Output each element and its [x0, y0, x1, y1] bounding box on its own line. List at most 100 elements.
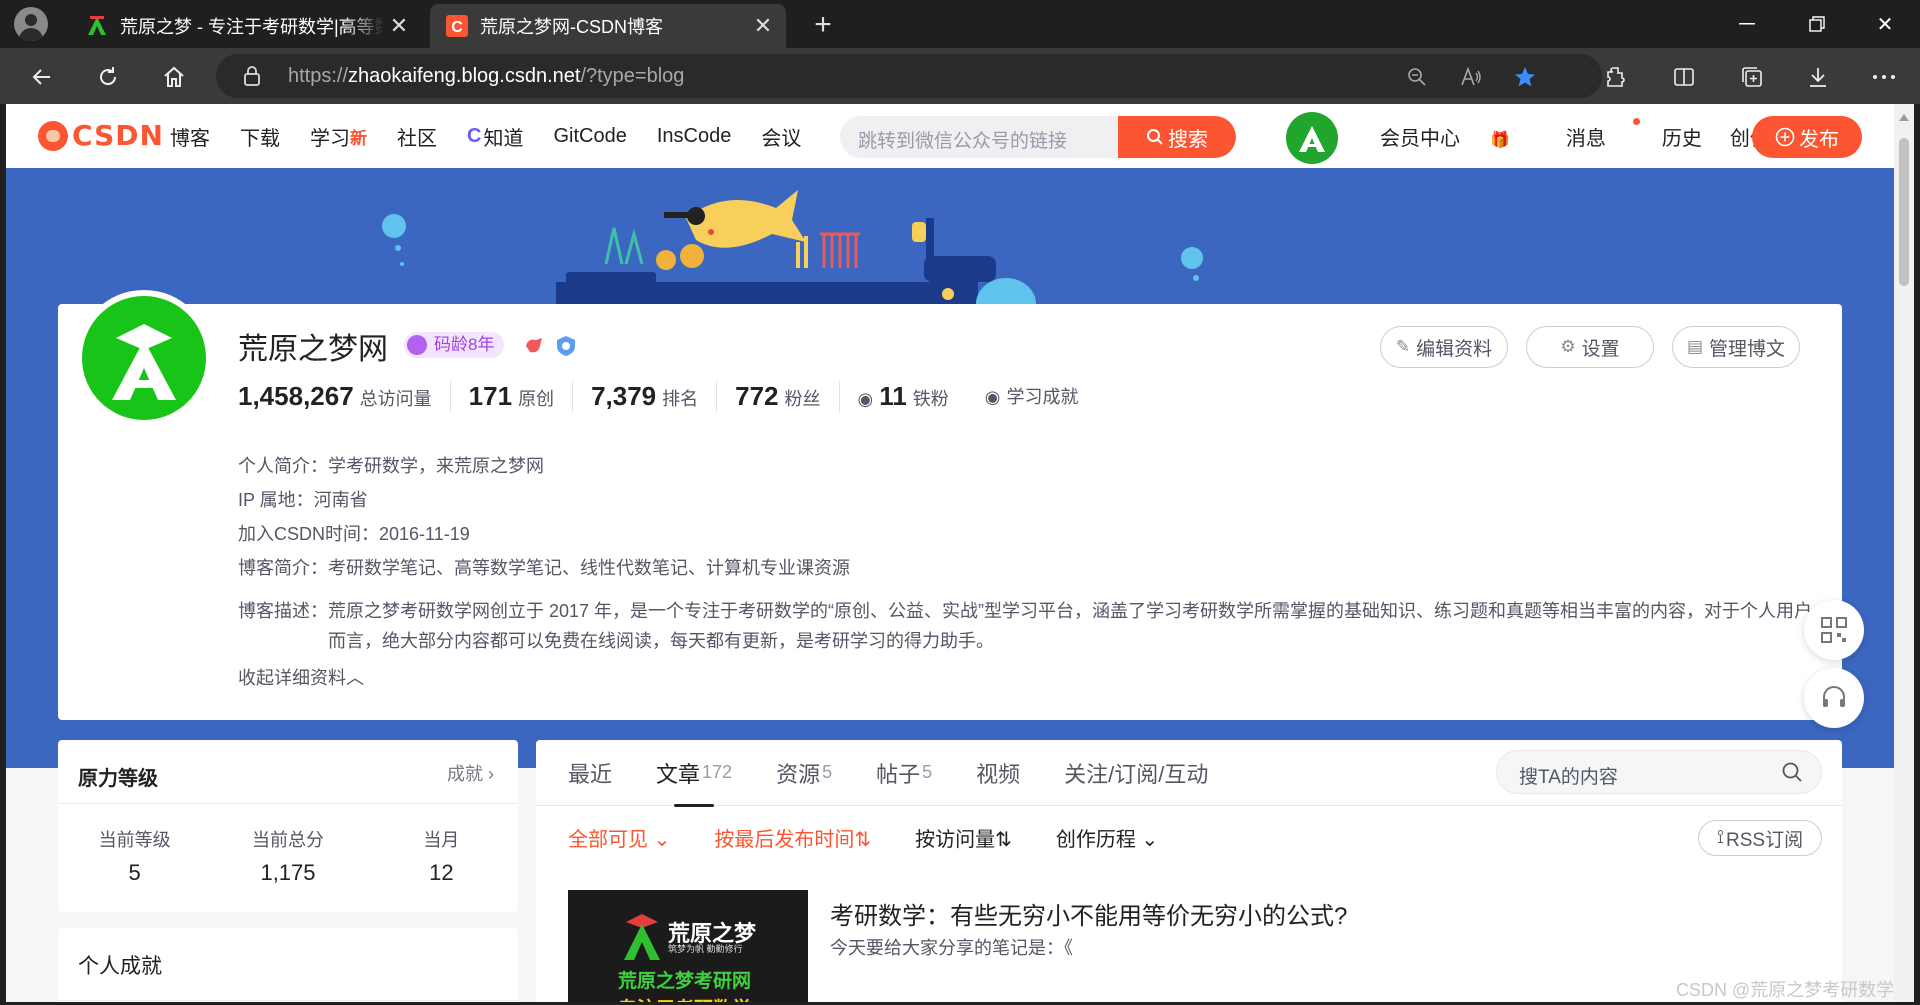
content-panel: 最近 文章 172 资源 5 帖子 5 视频 关注/订阅/互动 搜TA的内容 全部可见… — [536, 740, 1842, 1002]
current-level: 当前等级 5 — [98, 830, 171, 885]
content-search-input[interactable]: 搜TA的内容 — [1519, 762, 1618, 789]
chevron-down-icon: ⌄ — [653, 828, 671, 851]
web-page: CSDN 博客 下载 学习新 社区 C 知道 GitCode InsCode 会议… — [6, 104, 1894, 1002]
close-tab-icon[interactable]: ✕ — [748, 11, 778, 41]
rss-icon: ⟟ — [1716, 827, 1724, 848]
new-tab-icon[interactable]: + — [806, 8, 840, 42]
user-avatar[interactable] — [1286, 112, 1338, 164]
csdn-mascot-icon — [38, 120, 68, 151]
home-icon[interactable] — [154, 57, 194, 97]
code-age-badge[interactable]: 码龄8年 — [404, 332, 505, 358]
tab-videos[interactable]: 视频 — [976, 740, 1020, 806]
current-score: 当前总分 1,175 — [251, 830, 324, 885]
headset-icon — [1823, 686, 1845, 707]
learning-achievements-link[interactable]: ◉ 学习成就 — [967, 383, 1097, 409]
tab-csdn[interactable]: C 荒原之梦网-CSDN博客 ✕ — [430, 4, 786, 48]
extensions-icon[interactable] — [1596, 57, 1636, 97]
search-icon[interactable] — [1781, 761, 1803, 783]
tab-articles[interactable]: 文章 172 — [656, 740, 732, 807]
blog-description: 博客描述： 荒原之梦考研数学网创立于 2017 年，是一个专注于考研数学的“原创… — [238, 601, 1813, 651]
search-input[interactable]: 跳转到微信公众号的链接 — [858, 126, 1067, 153]
document-icon: ▤ — [1686, 337, 1704, 356]
chevron-right-icon: › — [488, 764, 494, 784]
scroll-up-icon[interactable] — [1899, 114, 1909, 121]
settings-button[interactable]: ⚙ 设置 — [1526, 326, 1654, 368]
article-filters: 全部可见 ⌄ 按最后发布时间⇅ 按访问量⇅ 创作历程 ⌄ ⟟ RSS订阅 — [568, 820, 1822, 856]
nav-download[interactable]: 下载 — [240, 122, 280, 151]
article-summary: 今天要给大家分享的笔记是：《 — [830, 938, 1073, 958]
rss-subscribe-button[interactable]: ⟟ RSS订阅 — [1698, 820, 1822, 856]
csdn-header: CSDN 博客 下载 学习新 社区 C 知道 GitCode InsCode 会议… — [6, 104, 1894, 168]
tab-follow[interactable]: 关注/订阅/互动 — [1064, 740, 1208, 806]
close-window-icon[interactable]: ✕ — [1852, 0, 1918, 48]
nav-zhidao[interactable]: C 知道 — [467, 122, 523, 151]
minimize-icon[interactable] — [1714, 0, 1780, 48]
close-tab-icon[interactable]: ✕ — [384, 11, 414, 41]
edit-icon: ✎ — [1395, 337, 1411, 356]
achievements-more-link[interactable]: 成就 › — [447, 760, 494, 786]
sort-by-visits[interactable]: 按访问量⇅ — [915, 823, 1012, 852]
article-thumbnail[interactable]: 荒原之梦 筑梦为帆 勤勤修行 荒原之梦考研网 专注于考研数学 — [568, 890, 808, 1002]
profile-icon[interactable] — [14, 7, 48, 41]
tab-huangyuan[interactable]: 荒原之梦 - 专注于考研数学|高等数学|线性代数 ✕ — [70, 4, 422, 48]
stat-iron-fans[interactable]: ◉ 11 铁粉 — [838, 380, 967, 412]
collections-icon[interactable] — [1732, 57, 1772, 97]
profile-ip: IP 属地：河南省 — [238, 490, 368, 510]
creation-history-filter[interactable]: 创作历程 ⌄ — [1056, 823, 1158, 852]
sort-icon: ⇅ — [995, 828, 1012, 851]
tab-resources[interactable]: 资源 5 — [776, 740, 832, 806]
profile-avatar[interactable] — [76, 290, 212, 426]
nav-learn[interactable]: 学习新 — [310, 122, 367, 151]
url-text[interactable]: https://zhaokaifeng.blog.csdn.net/?type=… — [288, 65, 684, 88]
visibility-filter[interactable]: 全部可见 ⌄ — [568, 823, 670, 852]
creator-badge-icon[interactable] — [522, 334, 546, 358]
nav-inscode[interactable]: InsCode — [657, 125, 732, 148]
publish-button[interactable]: 发布 — [1752, 116, 1862, 158]
split-screen-icon[interactable] — [1664, 57, 1704, 97]
article-item[interactable]: 荒原之梦 筑梦为帆 勤勤修行 荒原之梦考研网 专注于考研数学 考研数学：有些无穷… — [568, 890, 1822, 1002]
nav-community[interactable]: 社区 — [397, 122, 437, 151]
scrollbar-thumb[interactable] — [1899, 138, 1909, 286]
force-level-card: 原力等级 成就 › 当前等级 5 当前总分 1,175 当月 12 — [58, 740, 518, 912]
more-menu-icon[interactable] — [1864, 57, 1904, 97]
tab-posts[interactable]: 帖子 5 — [876, 740, 932, 806]
personal-achievements-card: 个人成就 — [58, 928, 518, 1002]
verified-badge-icon[interactable] — [554, 334, 578, 358]
content-search[interactable]: 搜TA的内容 — [1496, 750, 1822, 794]
zoom-out-icon[interactable] — [1402, 62, 1432, 92]
new-badge: 新 — [350, 128, 367, 148]
qr-code-button[interactable] — [1804, 600, 1864, 660]
lock-icon[interactable] — [242, 65, 262, 92]
history-link[interactable]: 历史 — [1662, 122, 1702, 151]
manage-posts-button[interactable]: ▤ 管理博文 — [1672, 326, 1800, 368]
collapse-details-link[interactable]: 收起详细资料︿ — [238, 664, 364, 690]
restore-icon[interactable] — [1784, 0, 1850, 48]
messages-link[interactable]: 消息 — [1566, 117, 1640, 151]
main-nav: 博客 下载 学习新 社区 C 知道 GitCode InsCode 会议 — [170, 104, 831, 168]
stat-fans[interactable]: 772 粉丝 — [716, 380, 838, 412]
stat-visits: 1,458,267 总访问量 — [238, 380, 432, 411]
tab-recent[interactable]: 最近 — [568, 740, 612, 806]
csdn-logo[interactable]: CSDN — [38, 119, 164, 152]
address-bar[interactable]: https://zhaokaifeng.blog.csdn.net/?type=… — [216, 54, 1602, 98]
customer-service-button[interactable] — [1804, 668, 1864, 728]
stat-original[interactable]: 171 原创 — [449, 380, 572, 412]
search-button[interactable]: 搜索 — [1118, 116, 1236, 158]
nav-blog[interactable]: 博客 — [170, 122, 210, 151]
divider — [58, 1000, 518, 1001]
sort-by-publish-time[interactable]: 按最后发布时间⇅ — [714, 823, 871, 852]
member-center-link[interactable]: 会员中心 🎁 — [1380, 122, 1538, 151]
download-icon[interactable] — [1798, 57, 1838, 97]
nav-meeting[interactable]: 会议 — [761, 122, 801, 151]
read-aloud-icon[interactable] — [1456, 62, 1486, 92]
article-title[interactable]: 考研数学：有些无穷小不能用等价无穷小的公式? — [830, 896, 1347, 931]
refresh-icon[interactable] — [88, 57, 128, 97]
browser-tab-bar: 荒原之梦 - 专注于考研数学|高等数学|线性代数 ✕ C 荒原之梦网-CSDN博… — [0, 0, 1920, 48]
page-scrollbar[interactable] — [1894, 104, 1914, 1002]
back-icon[interactable] — [22, 57, 62, 97]
qrcode-icon — [1821, 617, 1847, 643]
nav-gitcode[interactable]: GitCode — [553, 125, 626, 148]
favorite-star-icon[interactable] — [1510, 62, 1540, 92]
content-tabs: 最近 文章 172 资源 5 帖子 5 视频 关注/订阅/互动 搜TA的内容 — [536, 740, 1842, 807]
edit-profile-button[interactable]: ✎ 编辑资料 — [1380, 326, 1508, 368]
